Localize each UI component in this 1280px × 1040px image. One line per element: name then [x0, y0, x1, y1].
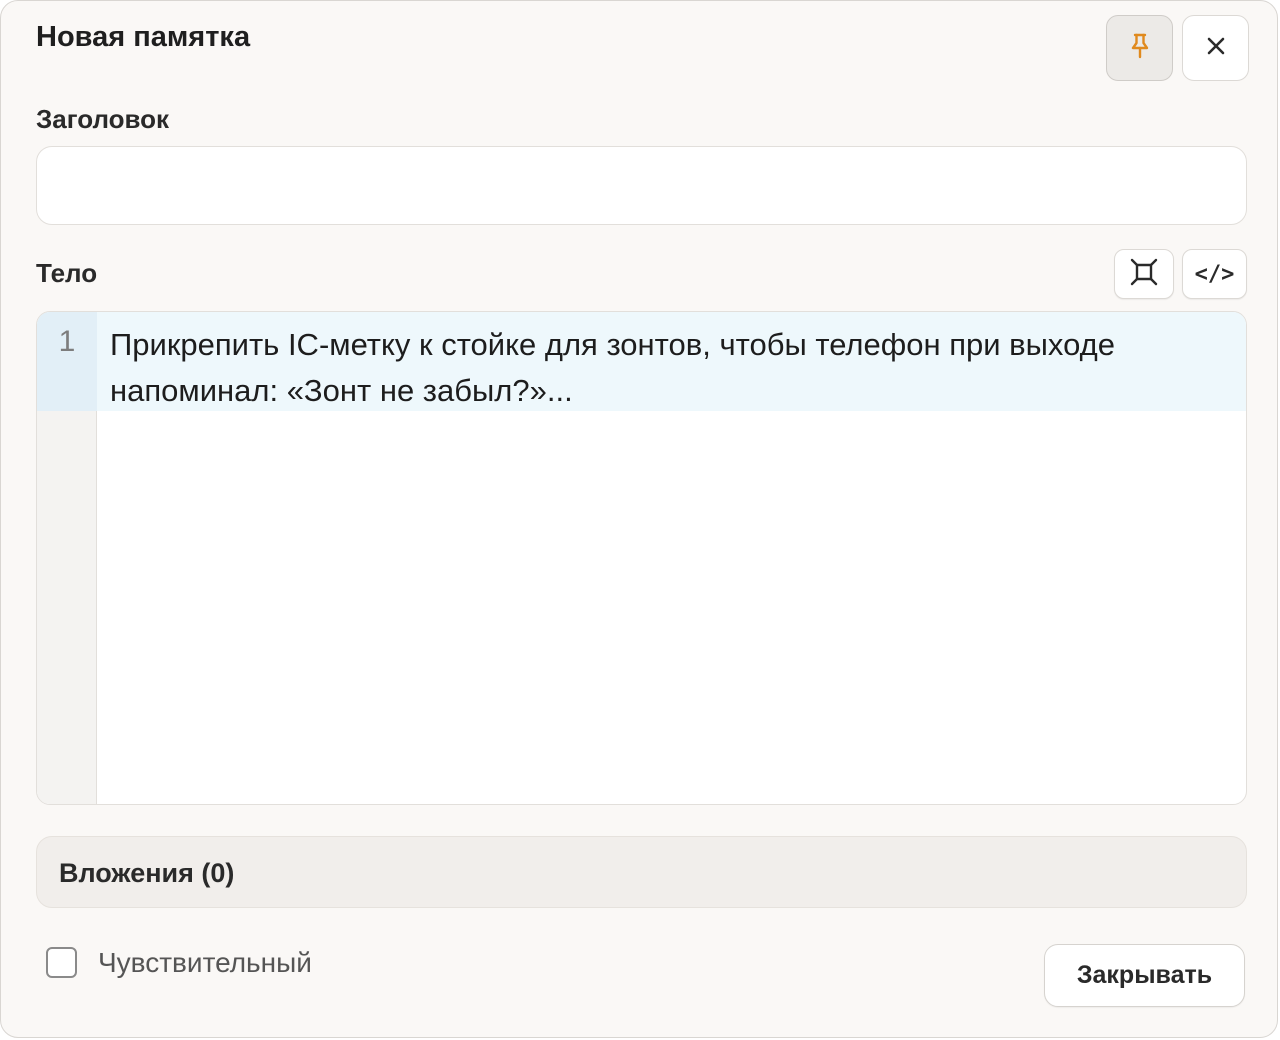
code-view-button[interactable]: </>: [1182, 249, 1247, 299]
close-button[interactable]: [1182, 15, 1249, 81]
sensitive-label[interactable]: Чувствительный: [98, 947, 312, 979]
sensitive-checkbox[interactable]: [46, 947, 77, 978]
close-icon: [1206, 36, 1226, 61]
title-field-label: Заголовок: [36, 104, 170, 134]
title-input[interactable]: [36, 146, 1247, 225]
body-editor[interactable]: 1 Прикрепить IC-метку к стойке для зонто…: [36, 311, 1247, 805]
dialog-title: Новая памятка: [36, 21, 251, 53]
line-number: 1: [58, 325, 76, 358]
attachments-section[interactable]: Вложения (0): [36, 836, 1247, 908]
editor-line[interactable]: Прикрепить IC-метку к стойке для зонтов,…: [110, 322, 1230, 414]
attachments-label: Вложения (0): [59, 858, 235, 888]
new-note-dialog: Новая памятка Заголовок Тело </> 1 Прикр…: [0, 0, 1278, 1038]
expand-editor-button[interactable]: [1114, 249, 1174, 299]
code-icon: </>: [1194, 261, 1235, 287]
expand-icon: [1129, 257, 1159, 292]
body-field-label: Тело: [36, 258, 98, 288]
pin-icon: [1128, 32, 1152, 65]
pin-button[interactable]: [1106, 15, 1173, 81]
close-dialog-button[interactable]: Закрывать: [1044, 944, 1245, 1007]
